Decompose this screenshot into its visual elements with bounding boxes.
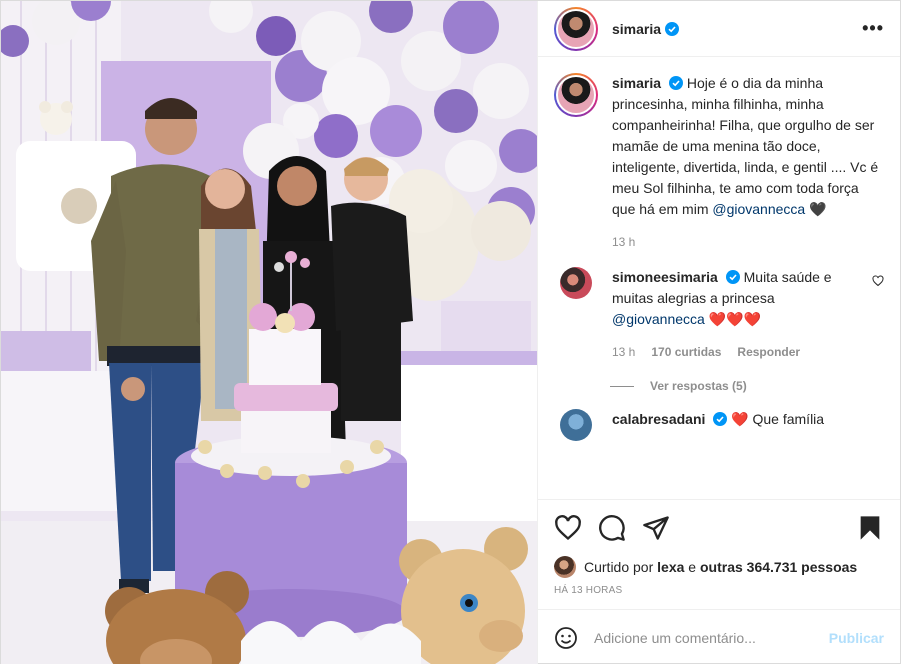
comment-bubble-icon[interactable] — [598, 514, 626, 542]
liker-avatar[interactable] — [554, 556, 576, 578]
party-photo-illustration — [1, 1, 537, 664]
caption-avatar[interactable] — [554, 73, 598, 117]
instagram-post-view: simaria ••• simaria Hoje é o dia da minh… — [0, 0, 901, 664]
reply-button[interactable]: Responder — [737, 342, 800, 363]
verified-badge-icon — [665, 21, 680, 36]
likes-prefix: Curtido por — [584, 559, 654, 575]
comment-emoji: ❤️❤️❤️ — [708, 311, 762, 327]
caption: simaria Hoje é o dia da minha princesinh… — [554, 73, 884, 253]
caption-mention-link[interactable]: @giovannecca — [712, 201, 805, 217]
comment: calabresadani ❤️ Que família — [554, 409, 884, 441]
comment-likes-count[interactable]: 170 curtidas — [651, 342, 721, 363]
view-replies-label: Ver respostas (5) — [650, 379, 747, 393]
more-options-button[interactable]: ••• — [862, 18, 884, 39]
comment-text: ❤️ Que família — [731, 411, 825, 427]
commenter-username[interactable]: simoneesimaria — [612, 269, 718, 285]
likes-summary: Curtido por lexa e outras 364.731 pessoa… — [538, 555, 900, 579]
verified-badge-icon — [668, 76, 683, 90]
comment-time[interactable]: 13 h — [612, 342, 635, 363]
post-side-panel: simaria ••• simaria Hoje é o dia da minh… — [537, 1, 900, 664]
caption-emoji: 🖤 — [809, 201, 827, 217]
comment-input[interactable] — [594, 629, 829, 646]
caption-text: Hoje é o dia da minha princesinha, minha… — [612, 75, 879, 217]
verified-badge-icon — [713, 412, 728, 426]
author-avatar[interactable] — [554, 6, 598, 51]
like-comment-heart-icon[interactable] — [872, 275, 884, 287]
liker-username[interactable]: lexa — [657, 559, 684, 575]
other-likers-link[interactable]: outras 364.731 pessoas — [700, 559, 857, 575]
add-comment-bar: Publicar — [538, 609, 900, 664]
comments-list: simaria Hoje é o dia da minha princesinh… — [538, 57, 900, 499]
commenter-username[interactable]: calabresadani — [612, 411, 705, 427]
replies-divider-line — [610, 385, 634, 387]
caption-time[interactable]: 13 h — [612, 232, 635, 253]
commenter-avatar[interactable] — [560, 409, 592, 441]
likes-conjunction: e — [688, 559, 697, 575]
post-photo[interactable] — [1, 1, 537, 664]
save-bookmark-icon[interactable] — [856, 514, 884, 542]
comment: simoneesimaria Muita saúde e muitas aleg… — [554, 267, 884, 363]
post-timestamp[interactable]: HÁ 13 HORAS — [538, 579, 900, 609]
like-heart-icon[interactable] — [554, 514, 582, 542]
post-header: simaria ••• — [538, 1, 900, 57]
author-username[interactable]: simaria — [612, 21, 661, 37]
view-replies-toggle[interactable]: Ver respostas (5) — [610, 379, 884, 393]
emoji-picker-icon[interactable] — [554, 626, 578, 650]
publish-button[interactable]: Publicar — [829, 630, 884, 646]
comment-mention-link[interactable]: @giovannecca — [612, 311, 705, 327]
post-actions-bar — [538, 499, 900, 555]
caption-username[interactable]: simaria — [612, 75, 661, 91]
commenter-avatar[interactable] — [560, 267, 592, 299]
share-paper-plane-icon[interactable] — [642, 514, 670, 542]
verified-badge-icon — [725, 270, 740, 284]
